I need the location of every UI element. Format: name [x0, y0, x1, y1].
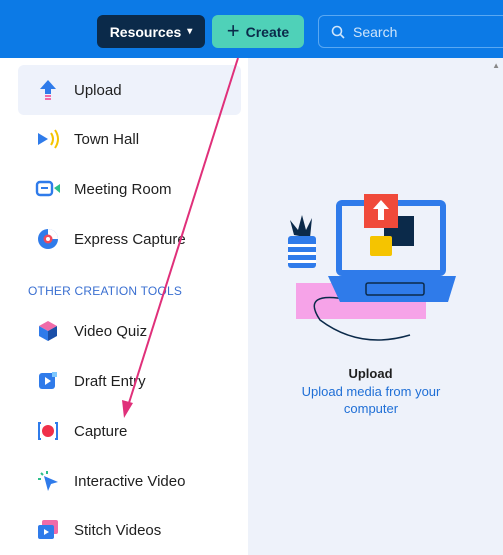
sidebar-item-stitch-videos[interactable]: Stitch Videos	[18, 505, 241, 555]
sidebar-item-label: Meeting Room	[74, 180, 172, 198]
search-input[interactable]: Search	[318, 15, 503, 48]
sidebar-item-draft-entry[interactable]: Draft Entry	[18, 356, 241, 406]
top-bar: Resources ▾ + Create Search	[0, 0, 503, 58]
draft-entry-icon	[34, 369, 62, 393]
upload-arrow-icon	[34, 78, 62, 102]
sidebar-item-express-capture[interactable]: Express Capture	[18, 214, 241, 264]
plus-icon: +	[226, 17, 240, 43]
sidebar-item-label: Interactive Video	[74, 472, 186, 490]
sidebar-item-capture[interactable]: Capture	[18, 406, 241, 456]
meeting-room-icon	[34, 177, 62, 201]
sidebar-item-town-hall[interactable]: Town Hall	[18, 114, 241, 164]
search-icon	[331, 25, 345, 39]
preview-title: Upload	[348, 366, 393, 381]
sidebar-item-meeting-room[interactable]: Meeting Room	[18, 164, 241, 214]
broadcast-icon	[34, 127, 62, 151]
sidebar-item-upload[interactable]: Upload	[18, 65, 241, 115]
chevron-down-icon: ▾	[187, 26, 193, 37]
create-label: Create	[245, 23, 290, 40]
upload-illustration	[288, 194, 456, 341]
sidebar-item-label: Capture	[74, 422, 128, 440]
sidebar-item-label: Express Capture	[74, 230, 186, 248]
create-button[interactable]: + Create	[212, 15, 304, 48]
record-icon	[34, 419, 62, 443]
sidebar-item-label: Town Hall	[74, 130, 140, 148]
stitch-videos-icon	[34, 518, 62, 542]
scroll-up-arrow-icon[interactable]: ▲	[492, 61, 500, 70]
section-label-other-tools: OTHER CREATION TOOLS	[28, 284, 183, 298]
interactive-cursor-icon	[34, 469, 62, 493]
sidebar-item-label: Video Quiz	[74, 322, 148, 340]
cube-icon	[34, 319, 62, 343]
sidebar-item-label: Upload	[74, 81, 122, 99]
express-capture-icon	[34, 227, 62, 251]
sidebar-item-interactive-video[interactable]: Interactive Video	[18, 456, 241, 506]
sidebar-item-label: Draft Entry	[74, 372, 146, 390]
sidebar-item-video-quiz[interactable]: Video Quiz	[18, 306, 241, 356]
search-placeholder: Search	[353, 23, 398, 40]
sidebar-item-label: Stitch Videos	[74, 521, 162, 539]
resources-button[interactable]: Resources ▾	[97, 15, 205, 48]
resources-label: Resources	[109, 23, 182, 40]
preview-description: Upload media from your computer	[301, 384, 441, 416]
